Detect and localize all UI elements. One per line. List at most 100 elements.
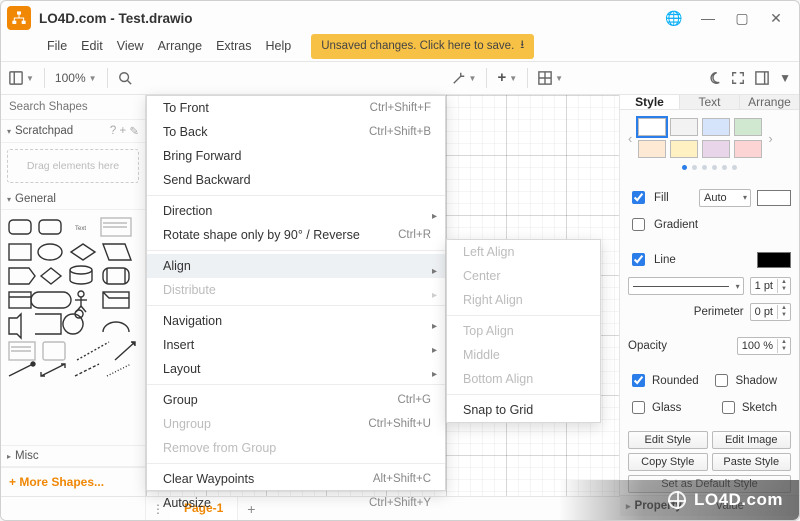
swatch[interactable] <box>734 118 762 136</box>
line-width-field[interactable]: 1 pt▲▼ <box>750 277 791 295</box>
menu-file[interactable]: File <box>47 39 67 53</box>
gradient-label: Gradient <box>654 219 698 231</box>
swatch[interactable] <box>734 140 762 158</box>
toolbar: ▼ 100%▼ ▼ +▼ ▼ ▼ <box>1 61 799 95</box>
menu-item[interactable]: Align <box>147 254 445 278</box>
swatch-prev[interactable]: ‹ <box>626 131 634 146</box>
theme-icon[interactable] <box>707 71 721 85</box>
menu-item: Bottom Align <box>447 367 600 391</box>
table-button[interactable]: ▼ <box>538 71 563 85</box>
tab-arrange[interactable]: Arrange <box>740 95 799 109</box>
menu-item[interactable]: Layout <box>147 357 445 381</box>
menu-extras[interactable]: Extras <box>216 39 251 53</box>
line-color-button[interactable] <box>757 252 791 268</box>
menu-item: Center <box>447 264 600 288</box>
shape-palette[interactable]: Text <box>1 210 145 445</box>
menu-item[interactable]: Clear WaypointsAlt+Shift+C <box>147 467 445 491</box>
connector-icon <box>452 71 466 85</box>
menu-item[interactable]: Rotate shape only by 90° / ReverseCtrl+R <box>147 223 445 247</box>
rounded-checkbox[interactable] <box>632 374 645 387</box>
menu-item: Distribute <box>147 278 445 302</box>
tab-text[interactable]: Text <box>680 95 740 109</box>
misc-header[interactable]: ▸Misc <box>1 445 145 467</box>
watermark: LO4D.com <box>559 480 799 520</box>
view-mode-button[interactable]: ▼ <box>9 71 34 85</box>
titlebar: LO4D.com - Test.drawio 🌐 — ▢ ✕ <box>1 1 799 35</box>
menu-item: Top Align <box>447 319 600 343</box>
menu-item[interactable]: GroupCtrl+G <box>147 388 445 412</box>
menu-item[interactable]: Insert <box>147 333 445 357</box>
sketch-checkbox[interactable] <box>722 401 735 414</box>
tab-style[interactable]: Style <box>620 95 680 109</box>
swatch[interactable] <box>670 140 698 158</box>
menu-help[interactable]: Help <box>266 39 292 53</box>
menu-item[interactable]: Bring Forward <box>147 144 445 168</box>
fill-mode-select[interactable]: Auto <box>699 189 751 207</box>
menu-view[interactable]: View <box>117 39 144 53</box>
menu-arrange[interactable]: Arrange <box>158 39 202 53</box>
copy-style-button[interactable]: Copy Style <box>628 453 708 471</box>
fill-color-button[interactable] <box>757 190 791 206</box>
left-panel: ▾Scratchpad ? + ✎ Drag elements here ▾Ge… <box>1 95 146 496</box>
menu-edit[interactable]: Edit <box>81 39 103 53</box>
opacity-field[interactable]: 100 %▲▼ <box>737 337 791 355</box>
menu-item[interactable]: To BackCtrl+Shift+B <box>147 120 445 144</box>
menu-item: UngroupCtrl+Shift+U <box>147 412 445 436</box>
swatch[interactable] <box>638 140 666 158</box>
zoom-dropdown[interactable]: 100%▼ <box>55 71 97 85</box>
format-panel-icon[interactable] <box>755 71 769 85</box>
gradient-checkbox[interactable] <box>632 218 645 231</box>
swatch[interactable] <box>638 118 666 136</box>
grid-icon <box>538 71 552 85</box>
scratchpad-header[interactable]: ▾Scratchpad ? + ✎ <box>1 120 145 143</box>
menu-item[interactable]: Direction <box>147 199 445 223</box>
magnifier-icon <box>118 71 132 85</box>
globe-icon[interactable]: 🌐 <box>657 5 691 31</box>
download-icon: ⭳ <box>520 37 524 56</box>
waypoint-button[interactable]: ▼ <box>452 71 477 85</box>
line-checkbox[interactable] <box>632 253 645 266</box>
toolbar-overflow[interactable]: ▼ <box>779 71 791 85</box>
menu-item[interactable]: AutosizeCtrl+Shift+Y <box>147 491 445 515</box>
menu-item[interactable]: To FrontCtrl+Shift+F <box>147 96 445 120</box>
swatch-pager <box>620 162 799 176</box>
fill-checkbox[interactable] <box>632 191 645 204</box>
swatch[interactable] <box>702 118 730 136</box>
general-header[interactable]: ▾General <box>1 189 145 210</box>
swatch-next[interactable]: › <box>766 131 774 146</box>
scratchpad-edit-icon[interactable]: ✎ <box>129 124 139 138</box>
swatch[interactable] <box>670 118 698 136</box>
style-swatches: ‹ › <box>620 110 799 162</box>
line-style-select[interactable] <box>628 277 744 295</box>
insert-button[interactable]: +▼ <box>497 72 517 84</box>
unsaved-banner[interactable]: Unsaved changes. Click here to save. ⭳ <box>311 34 534 59</box>
glass-checkbox[interactable] <box>632 401 645 414</box>
menu-item[interactable]: Send Backward <box>147 168 445 192</box>
window-title: LO4D.com - Test.drawio <box>39 11 657 26</box>
menu-item[interactable]: Snap to Grid <box>447 398 600 422</box>
menu-item[interactable]: Navigation <box>147 309 445 333</box>
scratchpad-add-icon[interactable]: + <box>119 125 126 137</box>
menubar: File Edit View Arrange Extras Help Unsav… <box>1 35 799 61</box>
swatch[interactable] <box>702 140 730 158</box>
edit-image-button[interactable]: Edit Image <box>712 431 792 449</box>
minimize-button[interactable]: — <box>691 5 725 31</box>
scratchpad-dropzone[interactable]: Drag elements here <box>7 149 139 183</box>
close-button[interactable]: ✕ <box>759 5 793 31</box>
format-panel: Style Text Arrange ‹ › Fill Auto <box>619 95 799 496</box>
fill-label: Fill <box>654 192 669 204</box>
align-submenu: Left AlignCenterRight AlignTop AlignMidd… <box>446 239 601 423</box>
menu-item: Right Align <box>447 288 600 312</box>
search-input[interactable] <box>7 100 165 114</box>
scratchpad-help-icon[interactable]: ? <box>110 125 116 137</box>
zoom-fit-button[interactable] <box>118 71 132 85</box>
paste-style-button[interactable]: Paste Style <box>712 453 792 471</box>
perimeter-field[interactable]: 0 pt▲▼ <box>750 303 791 321</box>
shadow-checkbox[interactable] <box>715 374 728 387</box>
edit-style-button[interactable]: Edit Style <box>628 431 708 449</box>
maximize-button[interactable]: ▢ <box>725 5 759 31</box>
menu-item: Remove from Group <box>147 436 445 460</box>
fullscreen-icon[interactable] <box>731 71 745 85</box>
opacity-label: Opacity <box>628 340 667 352</box>
more-shapes-button[interactable]: + More Shapes... <box>1 467 145 496</box>
